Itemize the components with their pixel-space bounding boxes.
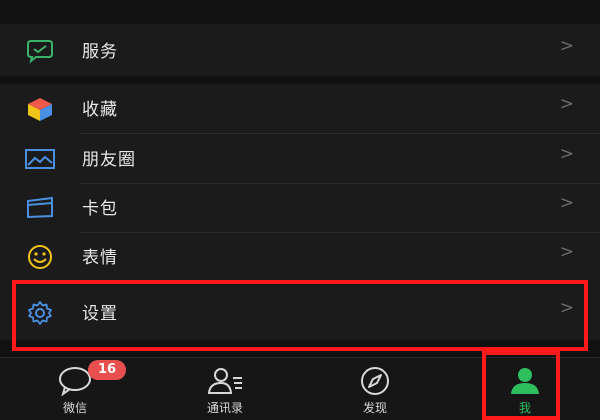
person-icon	[506, 366, 544, 396]
tab-me-label: 我	[518, 401, 531, 415]
chevron-right-icon: >	[559, 36, 574, 56]
menu-item-service[interactable]: 服务 >	[0, 26, 600, 75]
unread-count-badge: 16	[88, 360, 126, 380]
tab-discover-label: 发现	[362, 401, 387, 415]
menu-item-moments[interactable]: 朋友圈 >	[0, 134, 600, 183]
features-group: 收藏 > 朋友圈 > 卡包 > 表情 > 设置 >	[0, 84, 600, 340]
menu-item-favorites-label: 收藏	[82, 100, 118, 120]
wechat-me-screen: 服务 > 收藏 > 朋友圈 > 卡包 > 表情 > 设置 > 16 微信 通讯录…	[0, 0, 600, 420]
menu-item-favorites[interactable]: 收藏 >	[0, 84, 600, 133]
menu-item-moments-label: 朋友圈	[82, 150, 136, 170]
compass-icon	[356, 366, 394, 396]
menu-item-stickers-label: 表情	[82, 248, 118, 268]
service-group: 服务 >	[0, 24, 600, 76]
chevron-right-icon: >	[559, 144, 574, 164]
card-icon	[24, 195, 56, 221]
tab-contacts-label: 通讯录	[206, 401, 243, 415]
tab-contacts[interactable]: 通讯录	[150, 358, 300, 420]
tab-discover[interactable]: 发现	[300, 358, 450, 420]
tab-chats-label: 微信	[62, 401, 87, 415]
menu-item-cards[interactable]: 卡包 >	[0, 183, 600, 232]
menu-item-stickers[interactable]: 表情 >	[0, 232, 600, 281]
menu-item-service-label: 服务	[82, 42, 118, 62]
wallet-icon	[24, 38, 56, 64]
cube-icon	[24, 96, 56, 122]
contacts-icon	[206, 366, 244, 396]
chevron-right-icon: >	[559, 242, 574, 262]
gear-icon	[24, 300, 56, 326]
chevron-right-icon: >	[559, 94, 574, 114]
bottom-tab-bar: 16 微信 通讯录 发现 我	[0, 357, 600, 420]
tab-chats[interactable]: 16 微信	[0, 358, 150, 420]
smiley-icon	[24, 244, 56, 270]
menu-item-cards-label: 卡包	[82, 199, 118, 219]
menu-item-settings[interactable]: 设置 >	[0, 288, 600, 337]
menu-item-settings-label: 设置	[82, 304, 118, 324]
chevron-right-icon: >	[559, 193, 574, 213]
photo-icon	[24, 146, 56, 172]
tab-me[interactable]: 我	[450, 358, 600, 420]
chevron-right-icon: >	[559, 298, 574, 318]
